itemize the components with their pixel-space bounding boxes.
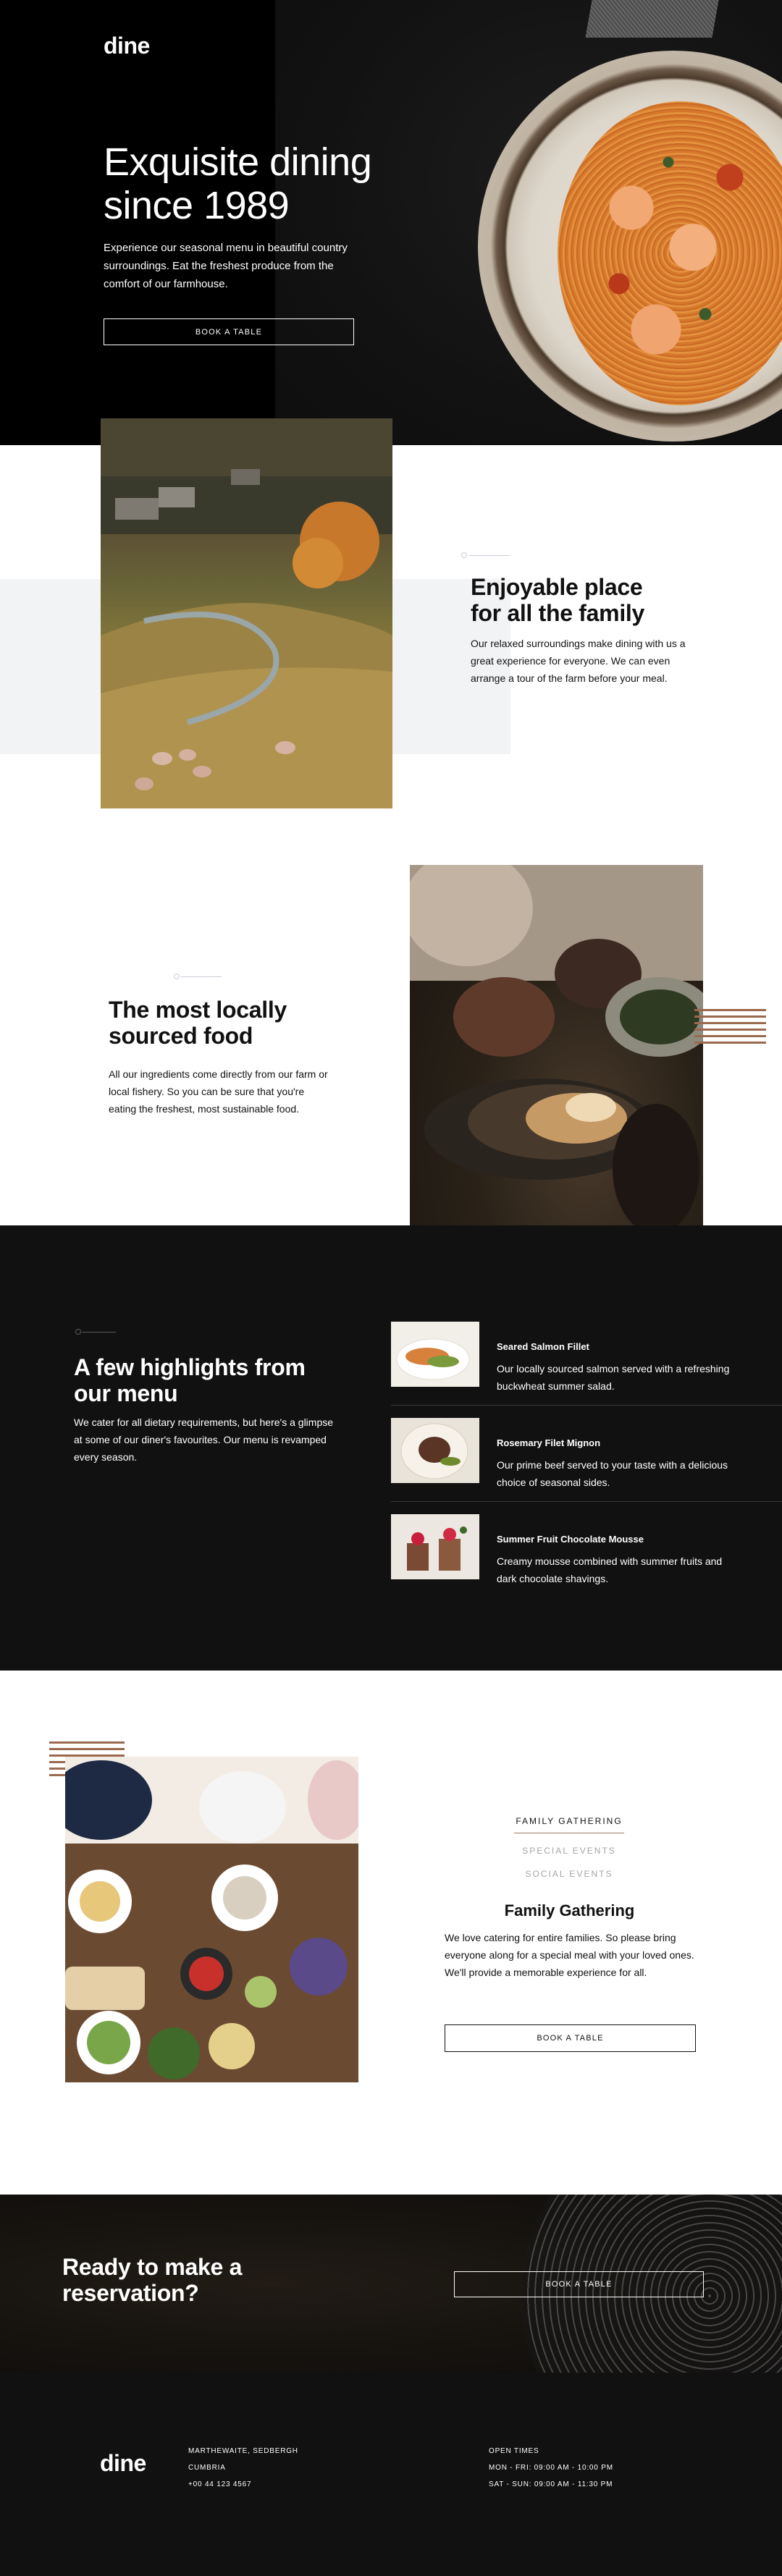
tab-family-gathering[interactable]: FAMILY GATHERING	[497, 1816, 642, 1826]
footer-hours-weekday: MON - FRI: 09:00 AM - 10:00 PM	[489, 2464, 613, 2472]
footer: dine MARTHEWAITE, SEDBERGH CUMBRIA +00 4…	[0, 2373, 782, 2576]
farm-landscape-image	[101, 418, 392, 808]
menu-item-description: Our prime beef served to your taste with…	[497, 1459, 728, 1488]
menu-divider	[391, 1405, 782, 1406]
hero-title-line-2: since 1989	[104, 184, 290, 227]
events-title: Family Gathering	[504, 1901, 635, 1920]
mousse-illustration	[407, 1526, 467, 1571]
menu-item-title: Seared Salmon Fillet	[497, 1341, 589, 1352]
local-title-line-1: The most locally	[109, 997, 287, 1023]
chef-illustration	[410, 865, 703, 1234]
menu-item-title: Summer Fruit Chocolate Mousse	[497, 1534, 644, 1545]
logo[interactable]: dine	[104, 33, 150, 59]
family-gathering-image	[65, 1757, 358, 2082]
family-title: Enjoyable place for all the family	[471, 574, 710, 626]
menu-item-description: Our locally sourced salmon served with a…	[497, 1363, 730, 1392]
menu-item-image-mousse	[391, 1514, 479, 1579]
footer-phone: +00 44 123 4567	[188, 2480, 252, 2488]
footer-logo[interactable]: dine	[100, 2450, 146, 2477]
hero-pattern-decoration	[585, 0, 719, 38]
local-title-line-2: sourced food	[109, 1023, 253, 1049]
local-section-dot	[174, 974, 180, 979]
salmon-illustration	[396, 1338, 470, 1380]
highlights-title-line-2: our menu	[74, 1380, 178, 1406]
highlights-section-line	[82, 1332, 116, 1333]
highlights-title: A few highlights from our menu	[74, 1354, 349, 1406]
footer-hours-weekend: SAT - SUN: 09:00 AM - 11:30 PM	[489, 2480, 613, 2488]
events-description: We love catering for entire families. So…	[445, 1932, 694, 1978]
filet-illustration	[400, 1423, 468, 1479]
footer-hours: OPEN TIMES MON - FRI: 09:00 AM - 10:00 P…	[489, 2443, 613, 2493]
menu-item-image-salmon	[391, 1322, 479, 1387]
highlights-title-line-1: A few highlights from	[74, 1354, 306, 1380]
hero-title: Exquisite dining since 1989	[104, 140, 408, 227]
menu-item-description: Creamy mousse combined with summer fruit…	[497, 1555, 723, 1584]
local-description: All our ingredients come directly from o…	[109, 1068, 328, 1115]
family-section-line	[469, 555, 510, 556]
hero-section: dine Exquisite dining since 1989 Experie…	[0, 0, 782, 445]
events-book-table-button[interactable]: BOOK A TABLE	[445, 2024, 696, 2052]
highlights-description: We cater for all dietary requirements, b…	[74, 1416, 334, 1463]
local-section-line	[181, 976, 222, 977]
family-title-line-2: for all the family	[471, 600, 644, 626]
highlights-section: A few highlights from our menu We cater …	[0, 1225, 782, 1671]
reservation-title-line-1: Ready to make a	[62, 2254, 243, 2280]
reservation-section: Ready to make a reservation? BOOK A TABL…	[0, 2195, 782, 2373]
footer-address-line-1: MARTHEWAITE, SEDBERGH	[188, 2447, 298, 2455]
family-title-line-1: Enjoyable place	[471, 574, 643, 600]
hero-description: Experience our seasonal menu in beautifu…	[104, 242, 348, 290]
menu-item-image-filet	[391, 1418, 479, 1483]
reservation-book-table-button[interactable]: BOOK A TABLE	[454, 2271, 704, 2297]
menu-item-title: Rosemary Filet Mignon	[497, 1437, 601, 1448]
farm-illustration	[101, 418, 392, 808]
family-section-dot	[461, 552, 467, 558]
footer-address-line-2: CUMBRIA	[188, 2464, 226, 2472]
tab-special-events[interactable]: SPECIAL EVENTS	[497, 1846, 642, 1856]
footer-address: MARTHEWAITE, SEDBERGH CUMBRIA +00 44 123…	[188, 2443, 298, 2493]
reservation-title-line-2: reservation?	[62, 2280, 199, 2306]
tab-social-events[interactable]: SOCIAL EVENTS	[497, 1869, 642, 1879]
gathering-illustration	[65, 1757, 358, 2082]
local-title: The most locally sourced food	[109, 997, 369, 1049]
footer-hours-title: OPEN TIMES	[489, 2447, 539, 2455]
local-stripes-decoration	[694, 1009, 766, 1045]
chef-serving-image	[410, 865, 703, 1256]
hero-book-table-button[interactable]: BOOK A TABLE	[104, 318, 354, 345]
menu-divider	[391, 1501, 782, 1502]
highlights-section-dot	[75, 1329, 81, 1335]
family-description: Our relaxed surroundings make dining wit…	[471, 638, 686, 684]
reservation-title: Ready to make a reservation?	[62, 2254, 337, 2306]
hero-title-line-1: Exquisite dining	[104, 140, 372, 184]
